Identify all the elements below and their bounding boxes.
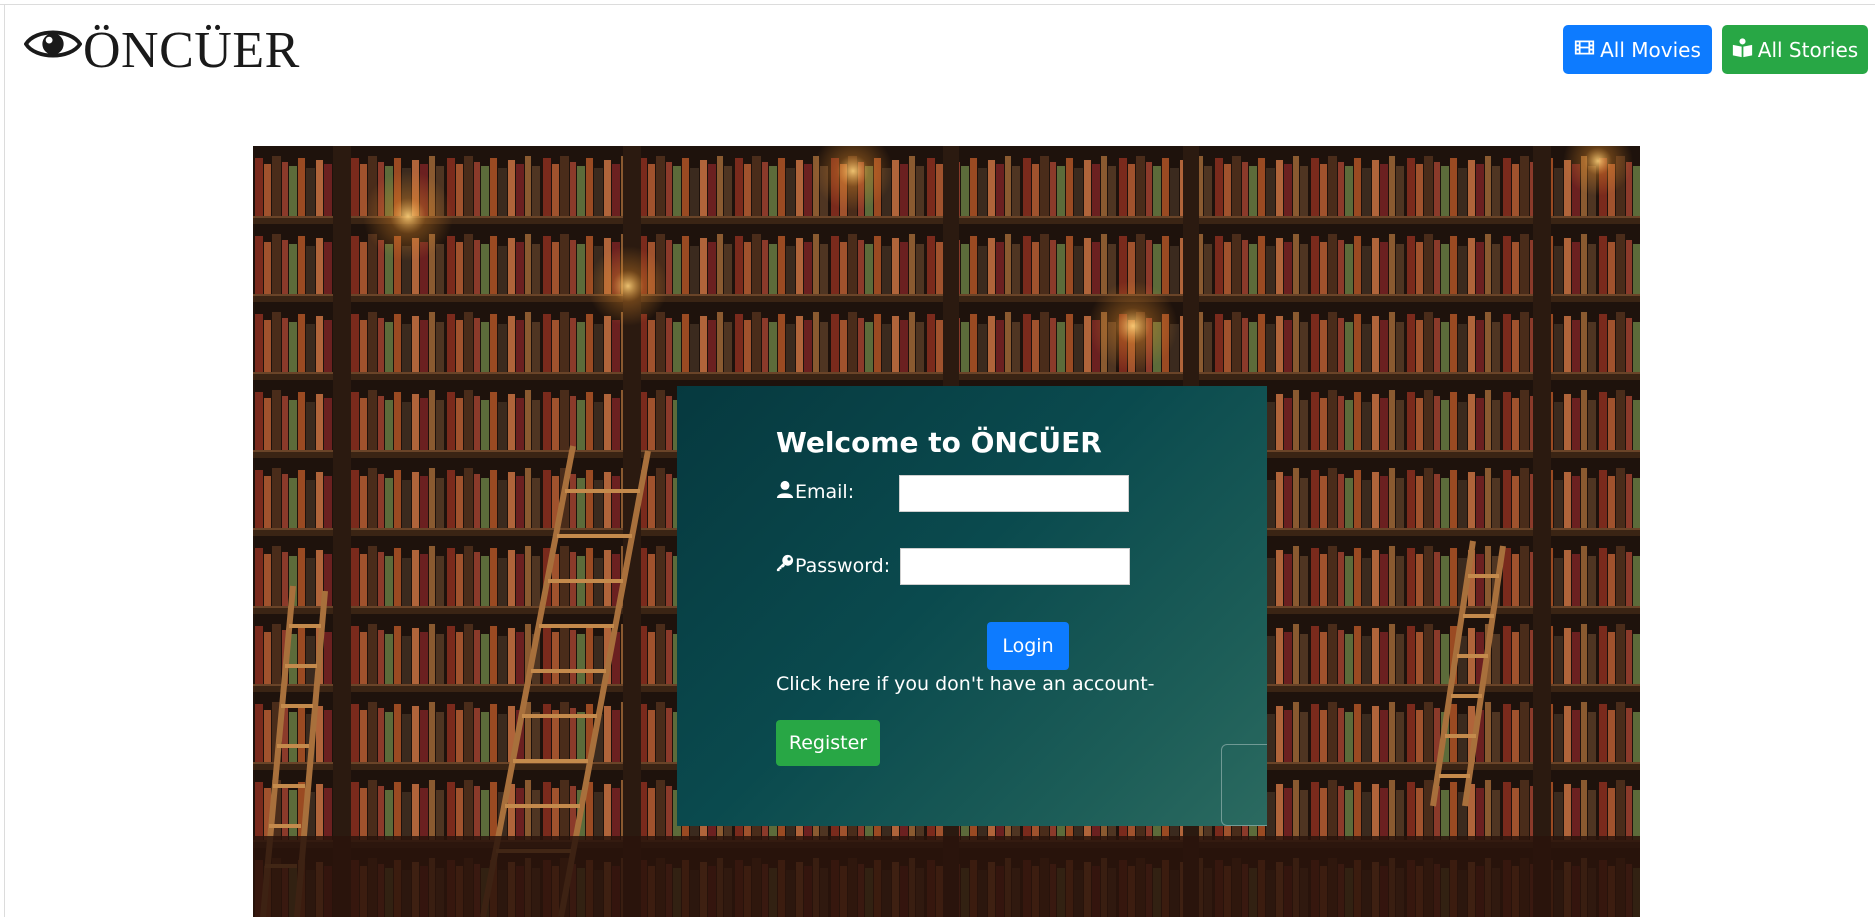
all-stories-button[interactable]: All Stories (1722, 25, 1868, 74)
all-movies-label: All Movies (1600, 37, 1701, 62)
key-icon (776, 554, 795, 577)
all-movies-button[interactable]: All Movies (1563, 25, 1712, 74)
top-border (0, 0, 1875, 5)
page: ÖNCÜER All Movies All Stories Welcome to… (0, 0, 1875, 917)
email-label: Email: (776, 480, 854, 503)
password-field[interactable] (900, 548, 1130, 585)
login-card: Welcome to ÖNCÜER Email: Password: Login… (677, 386, 1267, 826)
book-reader-icon (1732, 37, 1758, 63)
signup-prompt: Click here if you don't have an account- (776, 673, 1155, 695)
left-border (4, 5, 5, 917)
email-field[interactable] (899, 475, 1129, 512)
password-label-text: Password: (795, 554, 891, 577)
email-label-text: Email: (795, 480, 855, 503)
register-button[interactable]: Register (776, 720, 880, 766)
film-icon (1574, 37, 1600, 63)
brand-logo[interactable]: ÖNCÜER (23, 20, 300, 80)
login-title: Welcome to ÖNCÜER (776, 426, 1102, 459)
brand-name: ÖNCÜER (83, 21, 300, 79)
user-icon (776, 480, 795, 503)
all-stories-label: All Stories (1757, 37, 1859, 62)
password-label: Password: (776, 554, 890, 577)
eye-icon (23, 15, 83, 86)
card-edge-decoration (1221, 744, 1267, 826)
login-button[interactable]: Login (987, 622, 1069, 670)
